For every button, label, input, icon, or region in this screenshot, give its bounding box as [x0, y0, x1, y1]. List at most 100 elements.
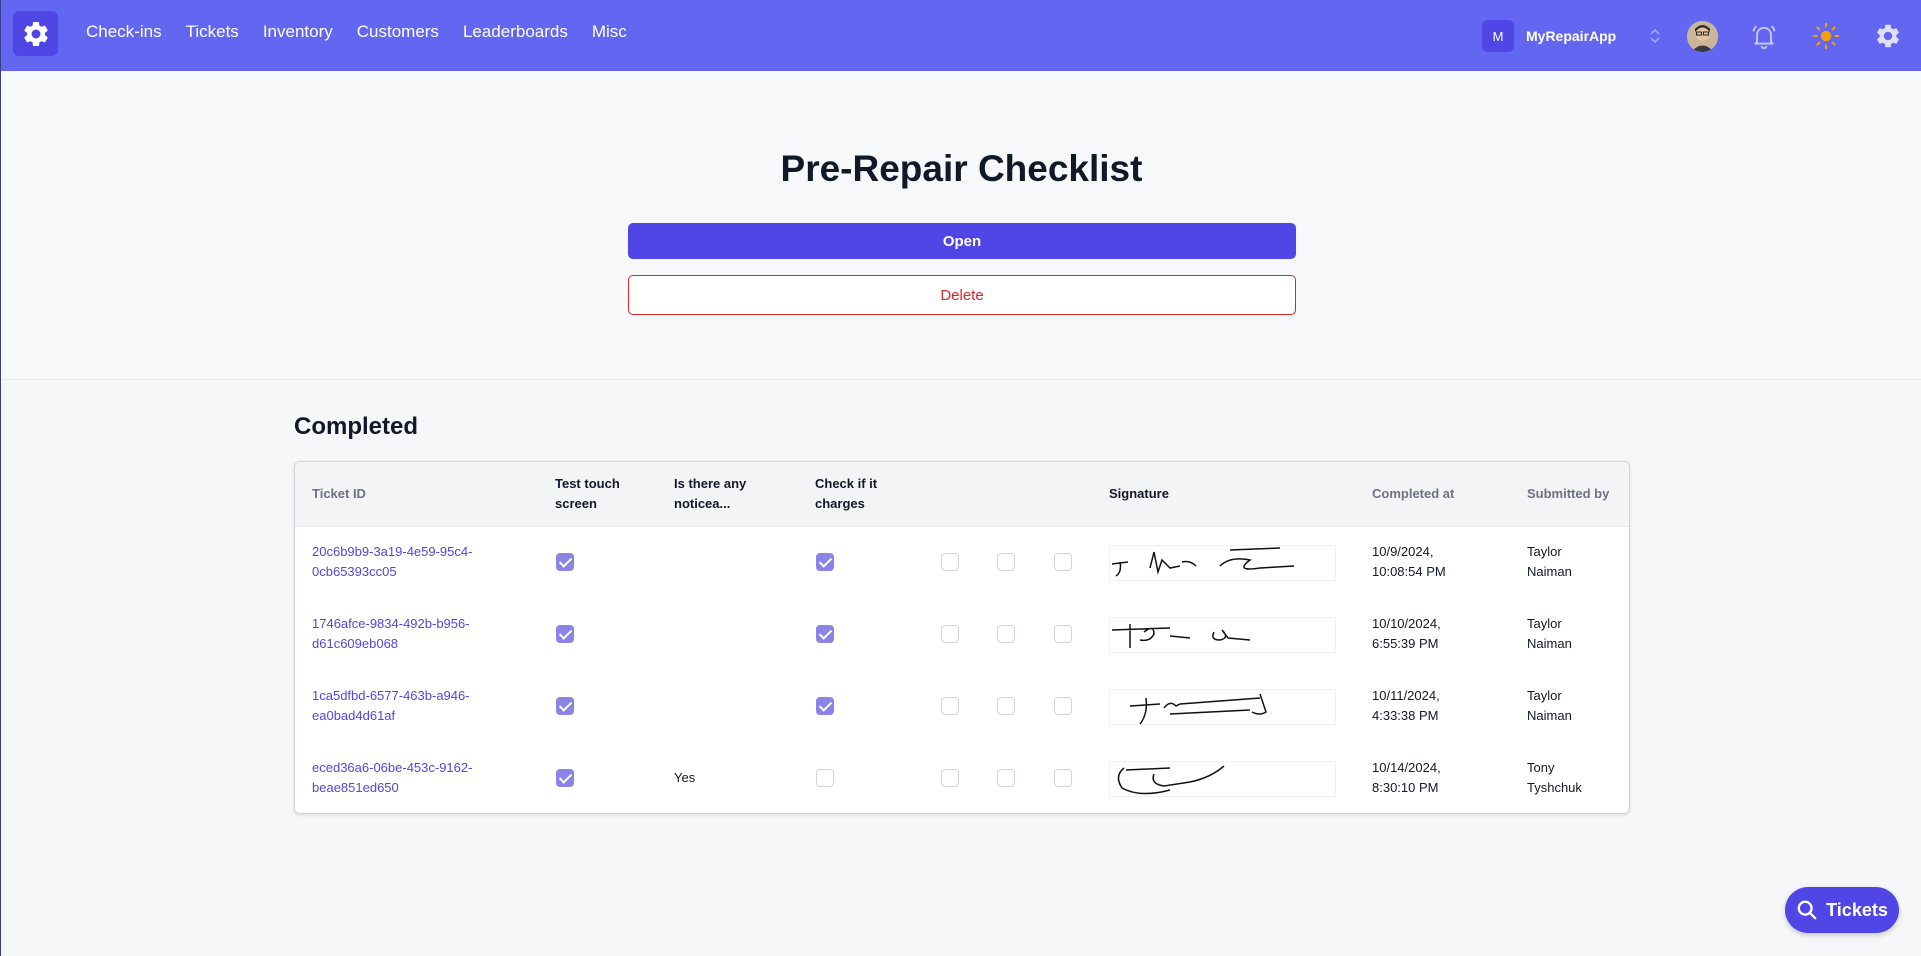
- delete-button[interactable]: Delete: [628, 275, 1296, 315]
- header-noticeable-line2: noticea...: [674, 496, 731, 511]
- submitted-by-line2: Tyshchuk: [1527, 780, 1582, 795]
- ticket-id-line2: d61c609eb068: [312, 636, 399, 651]
- completed-at-line2: 6:55:39 PM: [1372, 636, 1439, 651]
- completed-at-line2: 10:08:54 PM: [1372, 564, 1446, 579]
- touch-screen-checkbox[interactable]: [556, 769, 574, 787]
- header-charges-line2: charges: [815, 496, 865, 511]
- signature-icon: [1111, 624, 1251, 648]
- extra-checkbox-3[interactable]: [1054, 553, 1072, 571]
- header-touch-line2: screen: [555, 496, 597, 511]
- user-photo-icon: [1687, 21, 1718, 52]
- nav-leaderboards[interactable]: Leaderboards: [463, 22, 568, 42]
- ticket-id-link[interactable]: 1746afce-9834-492b-b956- d61c609eb068: [312, 614, 470, 654]
- org-avatar: M: [1482, 20, 1514, 52]
- table-row: 20c6b9b9-3a19-4e59-95c4- 0cb65393cc05 10…: [295, 527, 1629, 599]
- completed-at-line2: 4:33:38 PM: [1372, 708, 1439, 723]
- completed-at-line1: 10/11/2024,: [1372, 688, 1440, 703]
- table-row: eced36a6-06be-453c-9162- beae851ed650 Ye…: [295, 743, 1629, 813]
- submitted-by: Taylor Naiman: [1527, 614, 1572, 654]
- nav-customers[interactable]: Customers: [357, 22, 439, 42]
- header-signature: Signature: [1109, 486, 1169, 501]
- settings-gear-icon[interactable]: [1874, 22, 1902, 50]
- touch-screen-checkbox[interactable]: [556, 553, 574, 571]
- signature-image: [1109, 761, 1336, 797]
- ticket-id-link[interactable]: 20c6b9b9-3a19-4e59-95c4- 0cb65393cc05: [312, 542, 472, 582]
- header-touch-screen: Test touch screen: [555, 474, 620, 514]
- extra-checkbox-2[interactable]: [997, 697, 1015, 715]
- header-noticeable-line1: Is there any: [674, 476, 747, 491]
- extra-checkbox-1[interactable]: [941, 625, 959, 643]
- main-nav: Check-ins Tickets Inventory Customers Le…: [86, 22, 651, 42]
- bell-icon[interactable]: [1750, 22, 1778, 50]
- extra-checkbox-1[interactable]: [941, 697, 959, 715]
- user-avatar[interactable]: [1687, 21, 1718, 52]
- ticket-id-line1: 1ca5dfbd-6577-463b-a946-: [312, 688, 470, 703]
- ticket-id-link[interactable]: eced36a6-06be-453c-9162- beae851ed650: [312, 758, 472, 798]
- header-ticket-id: Ticket ID: [312, 486, 366, 501]
- extra-checkbox-3[interactable]: [1054, 769, 1072, 787]
- completed-table: Ticket ID Test touch screen Is there any…: [294, 461, 1630, 814]
- org-name: MyRepairApp: [1526, 28, 1617, 44]
- signature-image: [1109, 545, 1336, 581]
- extra-checkbox-3[interactable]: [1054, 625, 1072, 643]
- header-submitted-by: Submitted by: [1527, 486, 1610, 501]
- ticket-id-line1: 20c6b9b9-3a19-4e59-95c4-: [312, 544, 473, 559]
- completed-at-line1: 10/10/2024,: [1372, 616, 1441, 631]
- touch-screen-checkbox[interactable]: [556, 625, 574, 643]
- ticket-id-link[interactable]: 1ca5dfbd-6577-463b-a946- ea0bad4d61af: [312, 686, 470, 726]
- submitted-by: Taylor Naiman: [1527, 542, 1572, 582]
- submitted-by-line2: Naiman: [1527, 708, 1572, 723]
- nav-tickets[interactable]: Tickets: [186, 22, 239, 42]
- signature-icon: [1117, 765, 1225, 795]
- extra-checkbox-2[interactable]: [997, 625, 1015, 643]
- ticket-id-line2: ea0bad4d61af: [312, 708, 396, 723]
- touch-screen-checkbox[interactable]: [556, 697, 574, 715]
- signature-icon: [1129, 693, 1267, 725]
- extra-checkbox-2[interactable]: [997, 769, 1015, 787]
- org-switcher[interactable]: M MyRepairApp: [1482, 20, 1672, 52]
- completed-at: 10/10/2024, 6:55:39 PM: [1372, 614, 1441, 654]
- noticeable-value: Yes: [674, 770, 696, 785]
- open-button[interactable]: Open: [628, 223, 1296, 259]
- completed-at-line2: 8:30:10 PM: [1372, 780, 1439, 795]
- completed-section-title: Completed: [294, 413, 419, 440]
- ticket-id-line2: beae851ed650: [312, 780, 399, 795]
- charges-checkbox[interactable]: [816, 697, 834, 715]
- completed-at: 10/14/2024, 8:30:10 PM: [1372, 758, 1441, 798]
- submitted-by-line1: Taylor: [1527, 616, 1562, 631]
- charges-checkbox[interactable]: [816, 553, 834, 571]
- extra-checkbox-2[interactable]: [997, 553, 1015, 571]
- extra-checkbox-1[interactable]: [941, 553, 959, 571]
- table-row: 1ca5dfbd-6577-463b-a946- ea0bad4d61af 10…: [295, 671, 1629, 743]
- completed-at-line1: 10/14/2024,: [1372, 760, 1441, 775]
- table-header: Ticket ID Test touch screen Is there any…: [295, 462, 1629, 527]
- charges-checkbox[interactable]: [816, 769, 834, 787]
- header-charges: Check if it charges: [815, 474, 877, 514]
- submitted-by: Tony Tyshchuk: [1527, 758, 1582, 798]
- extra-checkbox-3[interactable]: [1054, 697, 1072, 715]
- submitted-by-line1: Tony: [1527, 760, 1555, 775]
- app-logo-button[interactable]: [13, 11, 58, 56]
- header-noticeable: Is there any noticea...: [674, 474, 746, 514]
- sun-icon[interactable]: [1812, 22, 1840, 50]
- header-completed-at: Completed at: [1372, 486, 1455, 501]
- header-charges-line1: Check if it: [815, 476, 878, 491]
- charges-checkbox[interactable]: [816, 625, 834, 643]
- table-row: 1746afce-9834-492b-b956- d61c609eb068 10…: [295, 599, 1629, 671]
- nav-check-ins[interactable]: Check-ins: [86, 22, 162, 42]
- submitted-by-line2: Naiman: [1527, 636, 1572, 651]
- submitted-by-line1: Taylor: [1527, 688, 1562, 703]
- completed-at: 10/9/2024, 10:08:54 PM: [1372, 542, 1446, 582]
- tickets-search-button[interactable]: Tickets: [1785, 887, 1899, 933]
- submitted-by: Taylor Naiman: [1527, 686, 1572, 726]
- extra-checkbox-1[interactable]: [941, 769, 959, 787]
- submitted-by-line2: Naiman: [1527, 564, 1572, 579]
- gear-logo-icon: [23, 21, 48, 46]
- submitted-by-line1: Taylor: [1527, 544, 1562, 559]
- nav-inventory[interactable]: Inventory: [263, 22, 333, 42]
- header-touch-line1: Test touch: [555, 476, 620, 491]
- completed-at-line1: 10/9/2024,: [1372, 544, 1434, 559]
- ticket-id-line1: eced36a6-06be-453c-9162-: [312, 760, 473, 775]
- signature-image: [1109, 689, 1336, 725]
- nav-misc[interactable]: Misc: [592, 22, 627, 42]
